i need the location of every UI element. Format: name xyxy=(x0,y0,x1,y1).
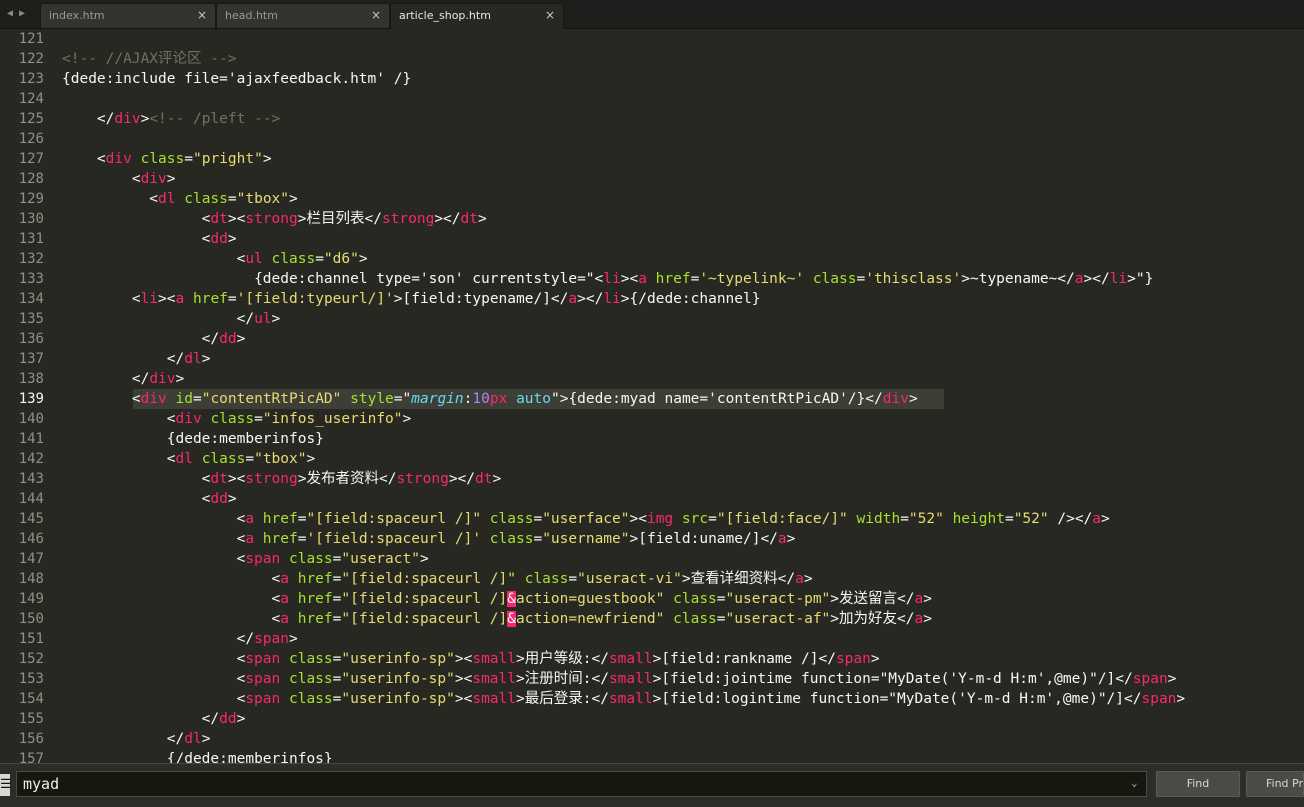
code-line: 157 {/dede:memberinfos} xyxy=(0,749,1304,763)
line-number: 132 xyxy=(18,251,44,267)
code-line: 129 <dl class="tbox"> xyxy=(0,189,1304,209)
line-number: 127 xyxy=(18,151,44,167)
tab-head[interactable]: head.htm × xyxy=(216,3,390,28)
line-number: 146 xyxy=(18,531,44,547)
line-number: 153 xyxy=(18,671,44,687)
tab-label: head.htm xyxy=(225,9,278,22)
code-editor[interactable]: 121 122 <!-- //AJAX评论区 --> 123 {dede:inclu… xyxy=(0,29,1304,763)
line-number: 150 xyxy=(18,611,44,627)
line-number: 137 xyxy=(18,351,44,367)
code-line: 148 <a href="[field:spaceurl /]" class="… xyxy=(0,569,1304,589)
code-line-current: 139 <div id="contentRtPicAD" style="marg… xyxy=(0,389,1304,409)
line-number: 122 xyxy=(18,51,44,67)
line-number: 128 xyxy=(18,171,44,187)
code-line: 121 xyxy=(0,29,1304,49)
tab-index[interactable]: index.htm × xyxy=(40,3,216,28)
line-number: 136 xyxy=(18,331,44,347)
code-line: 123 {dede:include file='ajaxfeedback.htm'… xyxy=(0,69,1304,89)
line-number: 145 xyxy=(18,511,44,527)
line-number: 144 xyxy=(18,491,44,507)
line-number: 133 xyxy=(18,271,44,287)
menu-icon[interactable]: ☰ xyxy=(0,774,12,796)
line-number: 152 xyxy=(18,651,44,667)
code-line: 142 <dl class="tbox"> xyxy=(0,449,1304,469)
code-line: 143 <dt><strong>发布者资料</strong></dt> xyxy=(0,469,1304,489)
find-input[interactable]: myad xyxy=(16,771,1147,797)
code-line: 151 </span> xyxy=(0,629,1304,649)
code-line: 124 xyxy=(0,89,1304,109)
find-panel: ☰ myad ⌄ Find Find Prev xyxy=(0,763,1304,807)
line-number: 151 xyxy=(18,631,44,647)
close-icon[interactable]: × xyxy=(545,4,555,27)
line-number: 157 xyxy=(18,751,44,763)
line-number: 155 xyxy=(18,711,44,727)
code-line: 131 <dd> xyxy=(0,229,1304,249)
find-button[interactable]: Find xyxy=(1156,771,1240,797)
code-line: 128 <div> xyxy=(0,169,1304,189)
close-icon[interactable]: × xyxy=(371,4,381,27)
line-number: 149 xyxy=(18,591,44,607)
tab-label: article_shop.htm xyxy=(399,9,491,22)
tab-article-shop[interactable]: article_shop.htm × xyxy=(390,3,564,29)
line-number: 142 xyxy=(18,451,44,467)
arrow-right-icon[interactable]: ▶ xyxy=(19,8,25,19)
code-line: 134 <li><a href='[field:typeurl/]'>[fiel… xyxy=(0,289,1304,309)
find-prev-button[interactable]: Find Prev xyxy=(1246,771,1304,797)
code-line: 127 <div class="pright"> xyxy=(0,149,1304,169)
code-line: 141 {dede:memberinfos} xyxy=(0,429,1304,449)
line-number: 156 xyxy=(18,731,44,747)
arrow-left-icon[interactable]: ◀ xyxy=(7,8,13,19)
line-number: 125 xyxy=(18,111,44,127)
code-line: 153 <span class="userinfo-sp"><small>注册时… xyxy=(0,669,1304,689)
line-number: 124 xyxy=(18,91,44,107)
code-line: 154 <span class="userinfo-sp"><small>最后登… xyxy=(0,689,1304,709)
line-number: 140 xyxy=(18,411,44,427)
line-number: 135 xyxy=(18,311,44,327)
code-line: 150 <a href="[field:spaceurl /]&action=n… xyxy=(0,609,1304,629)
code-line: 155 </dd> xyxy=(0,709,1304,729)
chevron-down-icon[interactable]: ⌄ xyxy=(1131,776,1138,789)
code-line: 147 <span class="useract"> xyxy=(0,549,1304,569)
code-line: 145 <a href="[field:spaceurl /]" class="… xyxy=(0,509,1304,529)
line-number: 147 xyxy=(18,551,44,567)
line-number: 154 xyxy=(18,691,44,707)
line-number: 129 xyxy=(18,191,44,207)
code-line: 152 <span class="userinfo-sp"><small>用户等… xyxy=(0,649,1304,669)
code-line: 133 {dede:channel type='son' currentstyl… xyxy=(0,269,1304,289)
code-line: 140 <div class="infos_userinfo"> xyxy=(0,409,1304,429)
line-number: 139 xyxy=(18,391,44,407)
code-line: 146 <a href='[field:spaceurl /]' class="… xyxy=(0,529,1304,549)
close-icon[interactable]: × xyxy=(197,4,207,27)
code-line: 136 </dd> xyxy=(0,329,1304,349)
tab-bar: ◀ ▶ index.htm × head.htm × article_shop.h… xyxy=(0,0,1304,29)
tab-label: index.htm xyxy=(49,9,105,22)
line-number: 130 xyxy=(18,211,44,227)
line-number: 138 xyxy=(18,371,44,387)
code-line: 132 <ul class="d6"> xyxy=(0,249,1304,269)
line-number: 126 xyxy=(18,131,44,147)
code-line: 137 </dl> xyxy=(0,349,1304,369)
tab-nav[interactable]: ◀ ▶ xyxy=(0,0,40,28)
code-line: 126 xyxy=(0,129,1304,149)
line-number: 121 xyxy=(18,31,44,47)
code-line: 149 <a href="[field:spaceurl /]&action=g… xyxy=(0,589,1304,609)
line-number: 134 xyxy=(18,291,44,307)
code-line: 138 </div> xyxy=(0,369,1304,389)
code-line: 135 </ul> xyxy=(0,309,1304,329)
line-number: 141 xyxy=(18,431,44,447)
code-line: 125 </div><!-- /pleft --> xyxy=(0,109,1304,129)
code-line: 144 <dd> xyxy=(0,489,1304,509)
code-line: 122 <!-- //AJAX评论区 --> xyxy=(0,49,1304,69)
code-line: 130 <dt><strong>栏目列表</strong></dt> xyxy=(0,209,1304,229)
code-line: 156 </dl> xyxy=(0,729,1304,749)
line-number: 143 xyxy=(18,471,44,487)
line-number: 123 xyxy=(18,71,44,87)
line-number: 148 xyxy=(18,571,44,587)
line-number: 131 xyxy=(18,231,44,247)
